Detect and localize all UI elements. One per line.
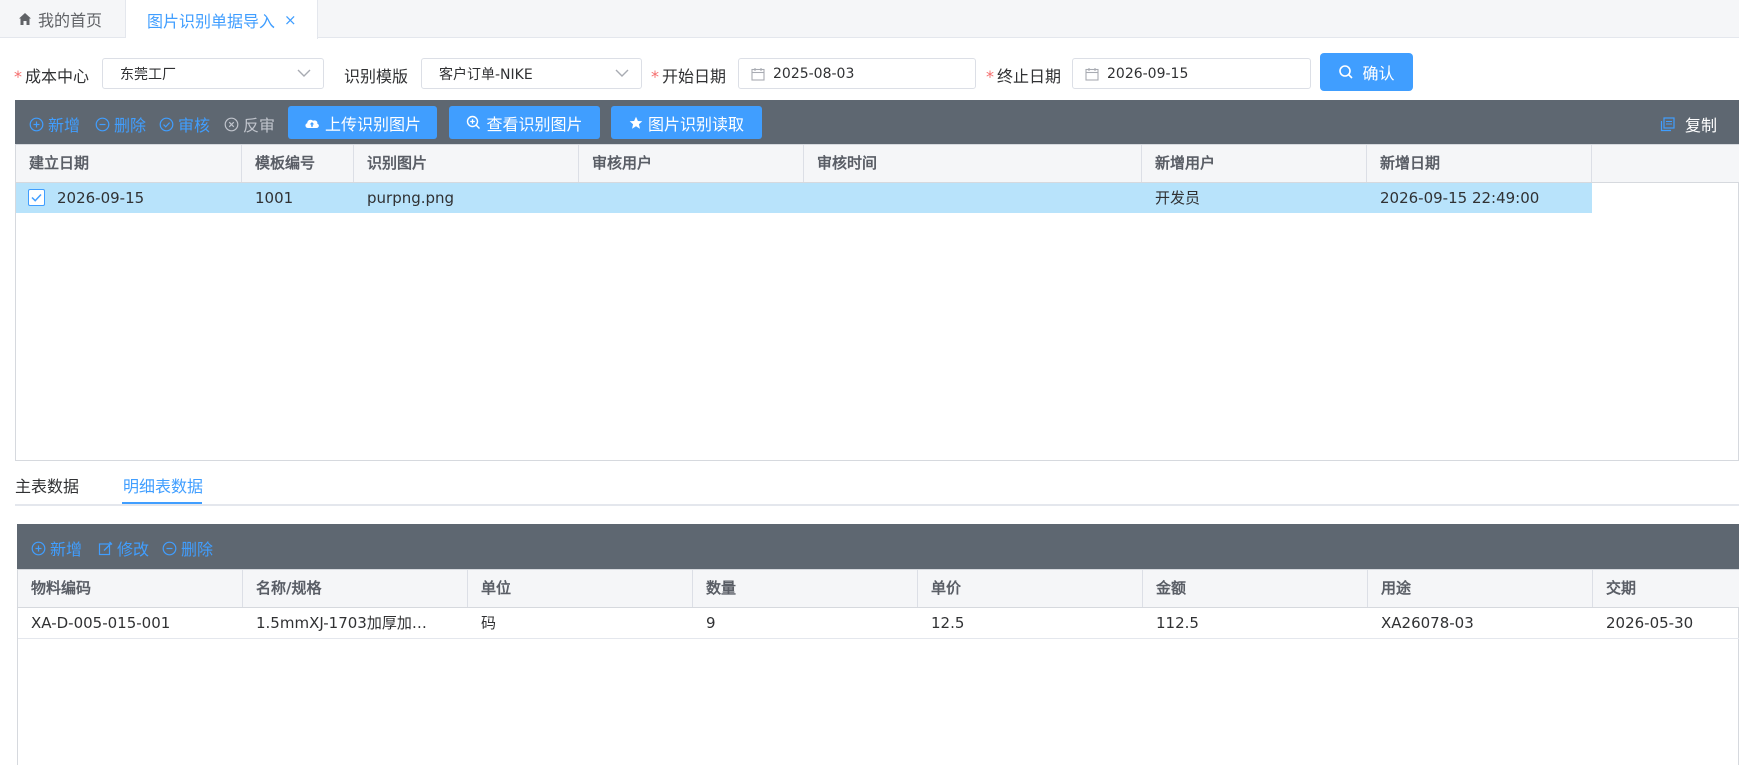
check-icon xyxy=(31,193,42,202)
main-toolbar: 新增 删除 审核 反审 上传识别图片 查看识别图片 图片识别读取 复制 xyxy=(15,100,1739,144)
zoom-in-icon xyxy=(467,115,481,129)
column-header[interactable]: 物料编码 xyxy=(18,570,243,607)
edit-icon xyxy=(98,541,113,555)
cell-delivery-date: 2026-05-30 xyxy=(1606,614,1694,632)
tab-image-import-label: 图片识别单据导入 xyxy=(147,11,276,31)
chevron-down-icon xyxy=(615,69,629,77)
start-date-label: * 开始日期 xyxy=(651,67,727,86)
add-button[interactable]: 新增 xyxy=(29,112,80,136)
detail-add-button[interactable]: 新增 xyxy=(31,536,82,560)
cell-created-date: 2026-09-15 xyxy=(57,189,145,207)
cost-center-select[interactable]: 东莞工厂 xyxy=(102,58,324,89)
template-label: 识别模版 xyxy=(344,67,409,86)
column-header[interactable]: 建立日期 xyxy=(16,145,242,182)
upload-image-button[interactable]: 上传识别图片 xyxy=(288,106,437,139)
end-date-label: * 终止日期 xyxy=(986,67,1062,86)
calendar-icon xyxy=(1085,67,1099,81)
audit-button[interactable]: 审核 xyxy=(159,112,210,136)
end-date-input[interactable]: 2026-09-15 xyxy=(1072,58,1311,89)
table-row[interactable]: XA-D-005-015-001 1.5mmXJ-1703加厚加密化纤布 码 9… xyxy=(18,608,1739,639)
column-header[interactable]: 金额 xyxy=(1143,570,1368,607)
confirm-label: 确认 xyxy=(1362,64,1395,83)
column-header[interactable]: 单位 xyxy=(468,570,693,607)
detail-table-header: 物料编码 名称/规格 单位 数量 单价 金额 用途 交期 xyxy=(18,570,1739,608)
home-icon xyxy=(19,13,31,25)
detail-table: 物料编码 名称/规格 单位 数量 单价 金额 用途 交期 XA-D-005-01… xyxy=(17,569,1739,765)
delete-button[interactable]: 删除 xyxy=(95,112,146,136)
chevron-down-icon xyxy=(297,69,311,77)
cell-audit-time xyxy=(804,183,1142,213)
tab-home[interactable]: 我的首页 xyxy=(0,0,126,38)
cell-unit: 码 xyxy=(481,614,497,632)
cell-template-no: 1001 xyxy=(255,189,294,207)
column-header[interactable]: 交期 xyxy=(1593,570,1739,607)
tab-image-import[interactable]: 图片识别单据导入 × xyxy=(126,0,318,39)
cell-amount: 112.5 xyxy=(1156,614,1199,632)
table-row[interactable]: 2026-09-15 1001 purpng.png 开发员 2026-09-1… xyxy=(16,183,1592,213)
column-header[interactable]: 数量 xyxy=(693,570,918,607)
tab-master-data[interactable]: 主表数据 xyxy=(15,473,79,497)
start-date-value: 2025-08-03 xyxy=(773,65,855,82)
filter-bar: * 成本中心 东莞工厂 识别模版 客户订单-NIKE * 开始日期 2025-08-… xyxy=(0,52,1739,92)
column-header[interactable]: 名称/规格 xyxy=(243,570,468,607)
row-checkbox[interactable] xyxy=(28,189,45,206)
confirm-button[interactable]: 确认 xyxy=(1320,53,1413,91)
detail-delete-button[interactable]: 删除 xyxy=(162,536,213,560)
cell-unit-price: 12.5 xyxy=(931,614,965,632)
x-circle-icon xyxy=(224,117,239,131)
cost-center-label: * 成本中心 xyxy=(14,67,90,86)
cloud-upload-icon xyxy=(305,119,319,128)
cell-image: purpng.png xyxy=(367,189,455,207)
column-header[interactable]: 审核用户 xyxy=(579,145,804,182)
close-icon[interactable]: × xyxy=(284,11,297,29)
cell-usage: XA26078-03 xyxy=(1381,614,1474,632)
tab-bar: 我的首页 图片识别单据导入 × xyxy=(0,0,1739,39)
active-tab-indicator xyxy=(122,502,202,504)
cell-quantity: 9 xyxy=(706,614,716,632)
calendar-icon xyxy=(751,67,765,81)
template-value: 客户订单-NIKE xyxy=(439,66,533,83)
cell-added-date: 2026-09-15 22:49:00 xyxy=(1380,189,1540,207)
tab-home-label: 我的首页 xyxy=(38,11,103,30)
detail-edit-button[interactable]: 修改 xyxy=(98,536,149,560)
column-header[interactable]: 单价 xyxy=(918,570,1143,607)
copy-icon xyxy=(1660,116,1675,131)
search-icon xyxy=(1339,65,1354,79)
detail-tabs: 主表数据 明细表数据 xyxy=(15,462,1739,506)
minus-circle-icon xyxy=(162,541,177,555)
read-image-button[interactable]: 图片识别读取 xyxy=(611,106,762,139)
column-header[interactable]: 新增用户 xyxy=(1142,145,1367,182)
main-table-header: 建立日期 模板编号 识别图片 审核用户 审核时间 新增用户 新增日期 xyxy=(16,145,1739,183)
minus-circle-icon xyxy=(95,117,110,131)
template-select[interactable]: 客户订单-NIKE xyxy=(421,58,642,89)
unaudit-button[interactable]: 反审 xyxy=(224,112,275,136)
main-table: 建立日期 模板编号 识别图片 审核用户 审核时间 新增用户 新增日期 2026-… xyxy=(15,144,1739,461)
cell-added-user: 开发员 xyxy=(1155,189,1201,207)
tab-detail-data[interactable]: 明细表数据 xyxy=(123,473,203,497)
plus-circle-icon xyxy=(31,541,46,555)
cell-material-code: XA-D-005-015-001 xyxy=(31,614,171,632)
cell-name-spec: 1.5mmXJ-1703加厚加密化纤布 xyxy=(256,614,443,632)
copy-button[interactable]: 复制 xyxy=(1660,112,1717,136)
check-circle-icon xyxy=(159,117,174,131)
column-header[interactable]: 审核时间 xyxy=(804,145,1142,182)
column-header[interactable]: 新增日期 xyxy=(1367,145,1592,182)
star-icon xyxy=(629,116,643,129)
end-date-value: 2026-09-15 xyxy=(1107,65,1189,82)
cell-audit-user xyxy=(579,183,804,213)
column-header[interactable]: 用途 xyxy=(1368,570,1593,607)
plus-circle-icon xyxy=(29,117,44,131)
cost-center-value: 东莞工厂 xyxy=(120,66,176,83)
start-date-input[interactable]: 2025-08-03 xyxy=(738,58,976,89)
view-image-button[interactable]: 查看识别图片 xyxy=(449,106,600,139)
column-header[interactable]: 模板编号 xyxy=(242,145,354,182)
column-header[interactable]: 识别图片 xyxy=(354,145,579,182)
detail-toolbar: 新增 修改 删除 xyxy=(17,524,1739,569)
